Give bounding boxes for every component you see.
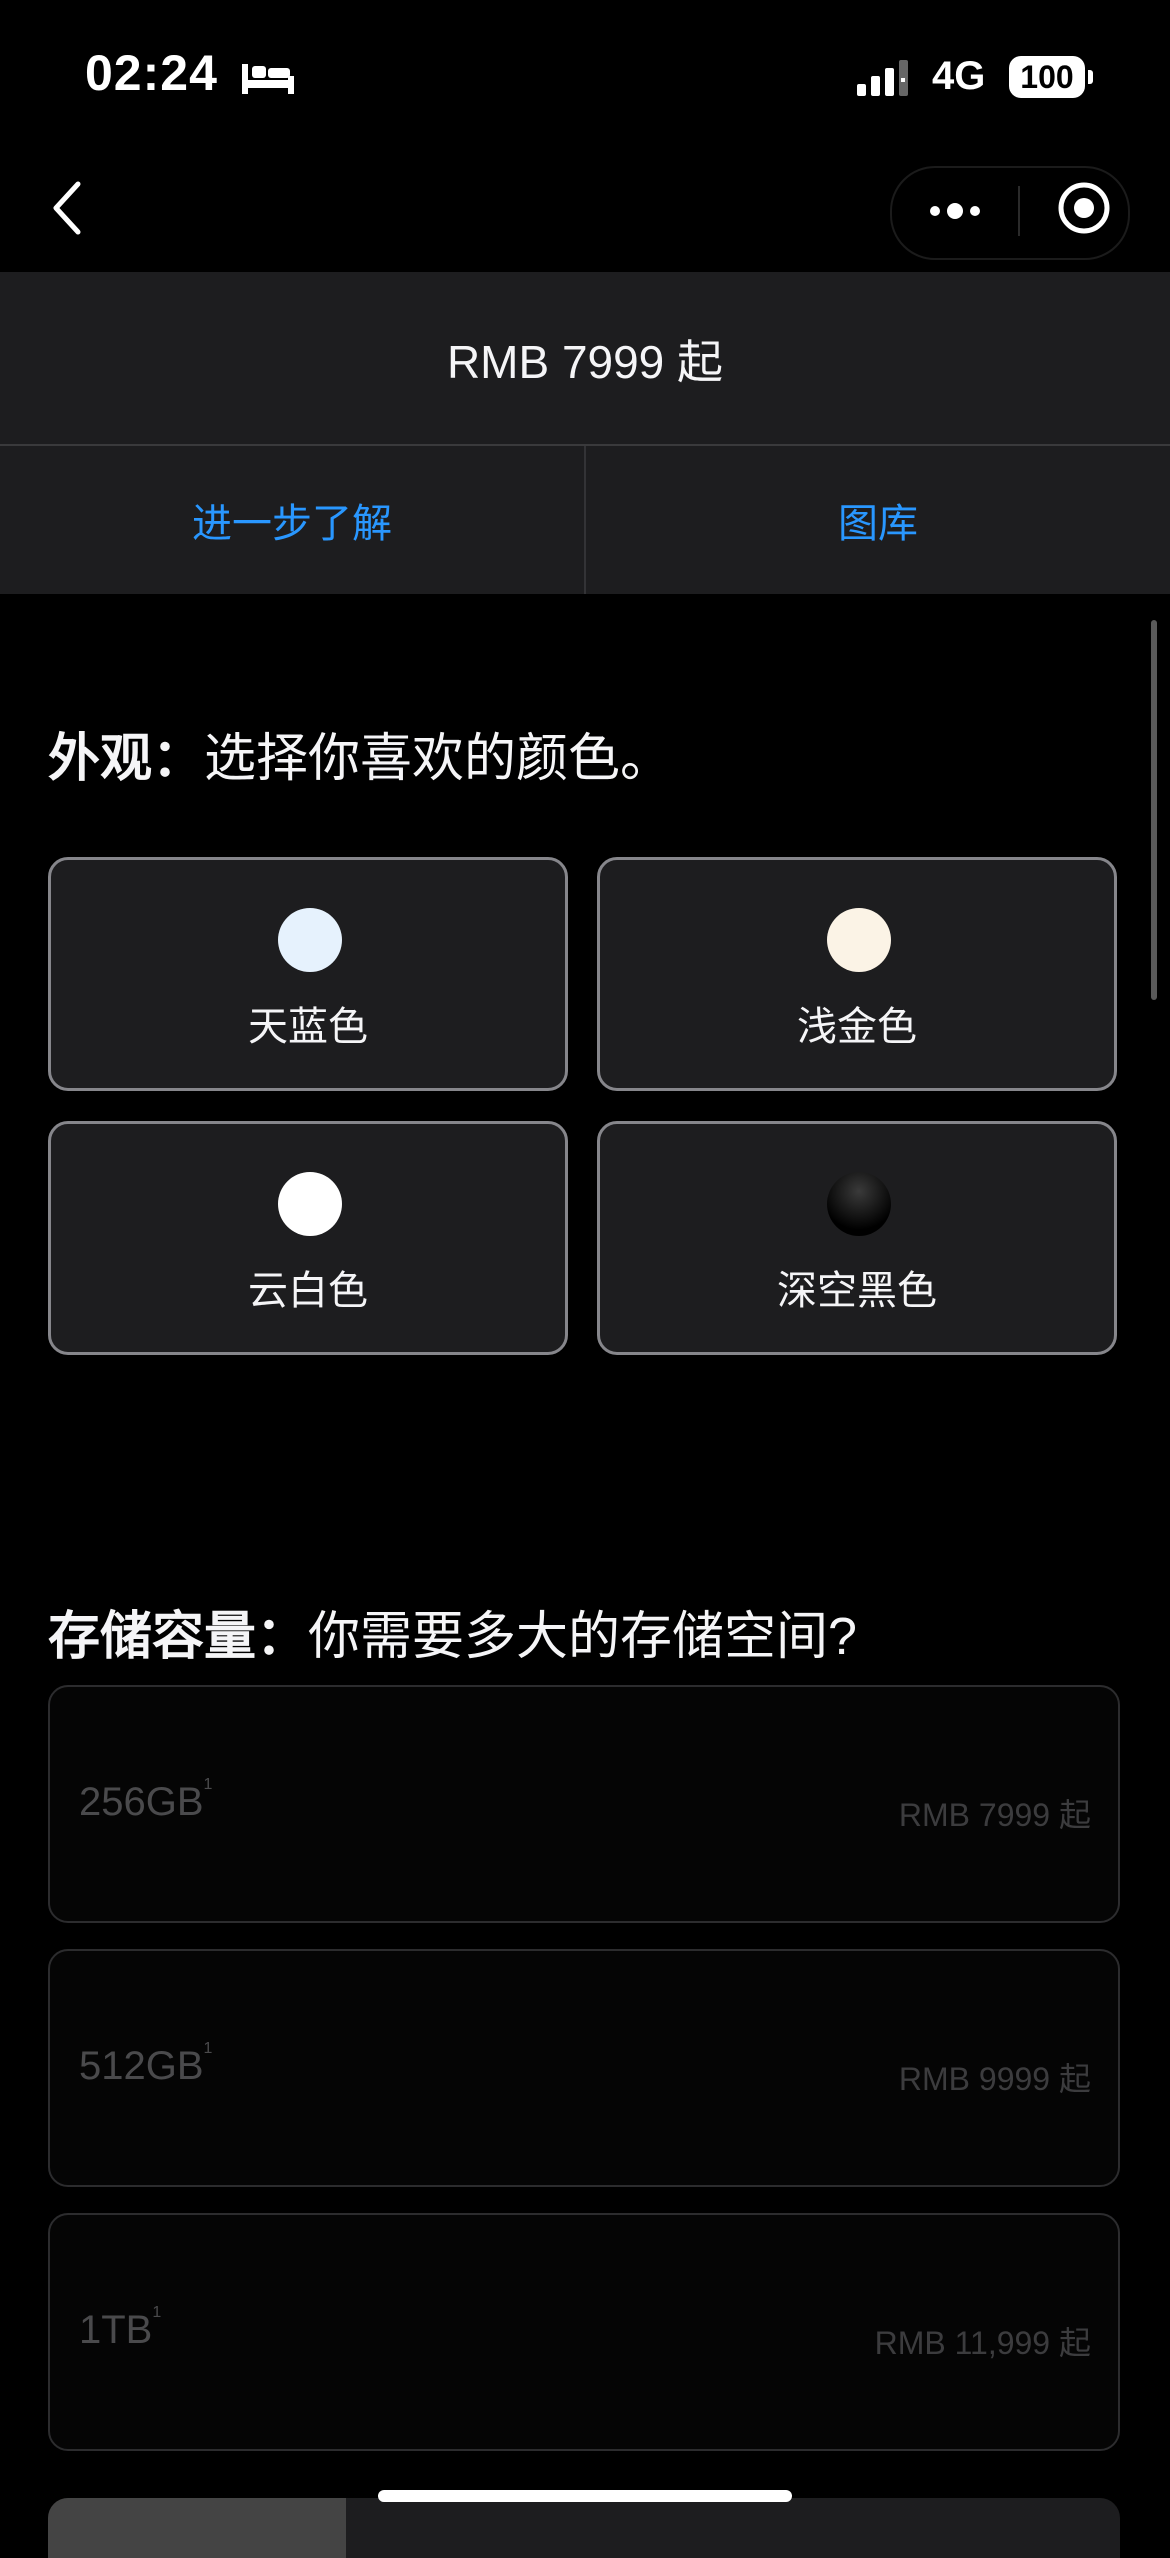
- more-dots-icon[interactable]: [925, 196, 985, 226]
- cellular-signal-icon: [857, 60, 908, 96]
- capacity-value: 256GB: [79, 1780, 204, 1824]
- tab-learn-more[interactable]: 进一步了解: [0, 446, 584, 594]
- storage-capacity: 256GB1: [79, 1776, 212, 1825]
- storage-capacity: 512GB1: [79, 2040, 212, 2089]
- scrollbar[interactable]: [1151, 620, 1157, 1000]
- color-label: 天蓝色: [248, 1005, 368, 1049]
- color-option-light-gold[interactable]: [597, 857, 1117, 1091]
- home-indicator[interactable]: [378, 2490, 792, 2502]
- sleep-focus-icon: [242, 64, 294, 94]
- product-thumbnail: [48, 2498, 346, 2558]
- footnote-marker: 1: [203, 2040, 213, 2057]
- capacity-value: 1TB: [79, 2308, 153, 2352]
- battery-indicator: 100: [1009, 56, 1085, 98]
- storage-price: RMB 9999 起: [898, 2061, 1091, 2097]
- color-label: 浅金色: [797, 1005, 917, 1049]
- footnote-marker: 1: [203, 1776, 213, 1793]
- color-option-space-black[interactable]: [597, 1121, 1117, 1355]
- storage-heading-rest: 你需要多大的存储空间?: [308, 1608, 857, 1666]
- color-swatch: [827, 1172, 891, 1236]
- battery-level: 100: [1020, 58, 1074, 95]
- color-label: 云白色: [248, 1269, 368, 1313]
- appearance-heading-bold: 外观：: [48, 730, 205, 788]
- color-swatch: [278, 908, 342, 972]
- color-swatch: [278, 1172, 342, 1236]
- storage-heading-bold: 存储容量：: [48, 1608, 309, 1666]
- appearance-heading-rest: 选择你喜欢的颜色。: [204, 730, 673, 788]
- color-label: 深空黑色: [777, 1269, 937, 1313]
- footnote-marker: 1: [152, 2304, 162, 2321]
- color-option-sky-blue[interactable]: [48, 857, 568, 1091]
- tab-gallery[interactable]: 图库: [586, 446, 1170, 594]
- battery-nub: [1088, 70, 1093, 84]
- starting-price: RMB 7999 起: [446, 336, 724, 388]
- status-time: 02:24: [85, 45, 218, 101]
- color-swatch: [827, 908, 891, 972]
- storage-heading: 存储容量：你需要多大的存储空间?: [48, 1594, 857, 1669]
- capsule-divider: [1018, 186, 1020, 236]
- network-type: 4G: [932, 54, 986, 98]
- storage-price: RMB 11,999 起: [874, 2325, 1091, 2361]
- color-option-cloud-white[interactable]: [48, 1121, 568, 1355]
- appearance-heading: 外观：选择你喜欢的颜色。: [48, 716, 672, 791]
- target-circle-icon[interactable]: [1056, 180, 1112, 236]
- chevron-left-icon[interactable]: [48, 178, 88, 238]
- capacity-value: 512GB: [79, 2044, 204, 2088]
- storage-price: RMB 7999 起: [898, 1797, 1091, 1833]
- storage-capacity: 1TB1: [79, 2304, 161, 2353]
